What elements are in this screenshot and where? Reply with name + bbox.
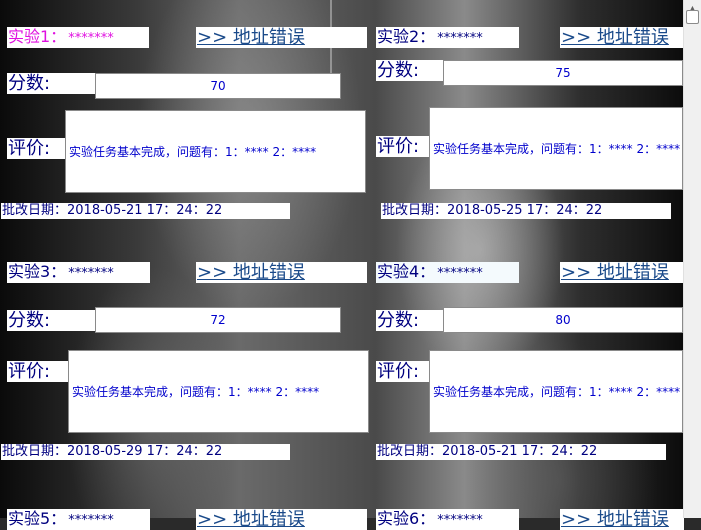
exp6-address-link[interactable]: >> 地址错误	[561, 509, 669, 530]
exp3-title: 实验3： *******	[7, 262, 150, 283]
exp4-address-link[interactable]: >> 地址错误	[561, 262, 669, 283]
exp5-title-label: 实验5：	[8, 509, 67, 528]
exp3-title-value: *******	[68, 266, 114, 281]
exp3-title-label: 实验3：	[8, 262, 67, 281]
exp2-comment-field[interactable]: 实验任务基本完成，问题有：1：**** 2：****	[429, 107, 683, 190]
exp4-score-label: 分数:	[376, 310, 444, 331]
exp3-comment-field[interactable]: 实验任务基本完成，问题有：1：**** 2：****	[68, 350, 369, 433]
exp5-link-box: >> 地址错误	[196, 509, 367, 530]
exp3-address-link[interactable]: >> 地址错误	[197, 262, 305, 283]
exp4-comment-field[interactable]: 实验任务基本完成，问题有：1：**** 2：****	[429, 350, 683, 433]
exp1-address-link[interactable]: >> 地址错误	[197, 27, 305, 48]
exp6-title-label: 实验6：	[377, 509, 436, 528]
exp2-date: 批改日期：2018-05-25 17：24：22	[381, 203, 671, 219]
exp1-date: 批改日期：2018-05-21 17：24：22	[1, 203, 290, 219]
exp1-title-label: 实验1：	[8, 27, 67, 46]
exp4-link-box: >> 地址错误	[560, 262, 684, 283]
exp4-title-label: 实验4：	[377, 262, 436, 281]
exp2-title-value: *******	[437, 31, 483, 46]
exp1-comment-field[interactable]: 实验任务基本完成，问题有：1：**** 2：****	[65, 110, 366, 193]
exp4-score-field[interactable]: 80	[443, 307, 683, 333]
exp5-title: 实验5： *******	[7, 509, 150, 530]
exp3-comment-label: 评价:	[7, 361, 69, 382]
exp1-comment-label: 评价:	[7, 138, 66, 159]
exp5-address-link[interactable]: >> 地址错误	[197, 509, 305, 530]
exp4-comment-label: 评价:	[376, 361, 430, 382]
exp6-link-box: >> 地址错误	[560, 509, 684, 530]
exp5-title-value: *******	[68, 513, 114, 528]
exp1-title: 实验1： *******	[7, 27, 149, 48]
exp1-link-box: >> 地址错误	[196, 27, 367, 48]
exp3-score-field[interactable]: 72	[95, 307, 341, 333]
exp2-score-label: 分数:	[376, 60, 444, 81]
exp4-title-value: *******	[437, 266, 483, 281]
vertical-scrollbar[interactable]: ▲	[683, 0, 701, 518]
exp2-link-box: >> 地址错误	[560, 27, 684, 48]
exp2-title-label: 实验2：	[377, 27, 436, 46]
exp6-title-value: *******	[437, 513, 483, 528]
scrollbar-thumb[interactable]	[686, 10, 699, 24]
exp1-score-label: 分数:	[7, 73, 96, 94]
exp3-score-label: 分数:	[7, 310, 96, 331]
exp2-title: 实验2： *******	[376, 27, 519, 48]
exp1-title-value: *******	[68, 31, 114, 46]
exp4-title: 实验4： *******	[376, 262, 519, 283]
exp2-comment-label: 评价:	[376, 136, 430, 157]
exp2-score-field[interactable]: 75	[443, 60, 683, 86]
exp4-date: 批改日期：2018-05-21 17：24：22	[376, 444, 666, 460]
exp3-date: 批改日期：2018-05-29 17：24：22	[1, 444, 290, 460]
exp3-link-box: >> 地址错误	[196, 262, 367, 283]
exp2-address-link[interactable]: >> 地址错误	[561, 27, 669, 48]
exp1-score-field[interactable]: 70	[95, 73, 341, 99]
exp6-title: 实验6： *******	[376, 509, 519, 530]
